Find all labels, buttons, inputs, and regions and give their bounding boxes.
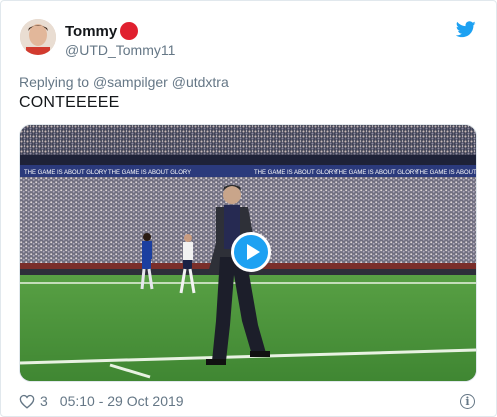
video-player[interactable]: THE GAME IS ABOUT GLORY THE GAME IS ABOU… <box>19 124 477 382</box>
tweet-card[interactable]: Tommy @UTD_Tommy11 Replying to @sampilge… <box>0 0 497 417</box>
author-name[interactable]: Tommy <box>65 23 117 40</box>
reply-mention-sampilger[interactable]: @sampilger <box>93 74 168 90</box>
avatar-image <box>20 19 56 55</box>
author-name-row[interactable]: Tommy <box>65 22 139 40</box>
banner-text-2: THE GAME IS ABOUT GLORY <box>108 170 191 176</box>
tweet-text: CONTEEEEE <box>19 94 120 111</box>
banner-text-3: THE GAME IS ABOUT GLORY <box>254 170 337 176</box>
tweet-footer: 3 05:10 - 29 Oct 2019 <box>19 393 184 409</box>
tweet-timestamp[interactable]: 05:10 - 29 Oct 2019 <box>60 393 184 409</box>
banner-text-1: THE GAME IS ABOUT GLORY <box>24 170 107 176</box>
heart-icon[interactable] <box>19 394 35 409</box>
author-handle[interactable]: @UTD_Tommy11 <box>65 42 175 58</box>
avatar[interactable] <box>20 19 56 55</box>
like-count[interactable]: 3 <box>40 393 48 409</box>
reply-mention-utdxtra[interactable]: @utdxtra <box>172 74 229 90</box>
red-circle-icon <box>120 22 139 40</box>
replying-to-line: Replying to @sampilger @utdxtra <box>19 74 229 90</box>
info-icon[interactable]: i <box>460 394 475 409</box>
replying-to-label: Replying to <box>19 74 90 90</box>
twitter-bird-icon[interactable] <box>456 21 476 38</box>
play-icon <box>246 244 260 260</box>
banner-text-4: THE GAME IS ABOUT GLORY <box>335 170 418 176</box>
play-button[interactable] <box>231 232 271 272</box>
banner-text-5: THE GAME IS ABOUT GLORY <box>416 170 477 176</box>
